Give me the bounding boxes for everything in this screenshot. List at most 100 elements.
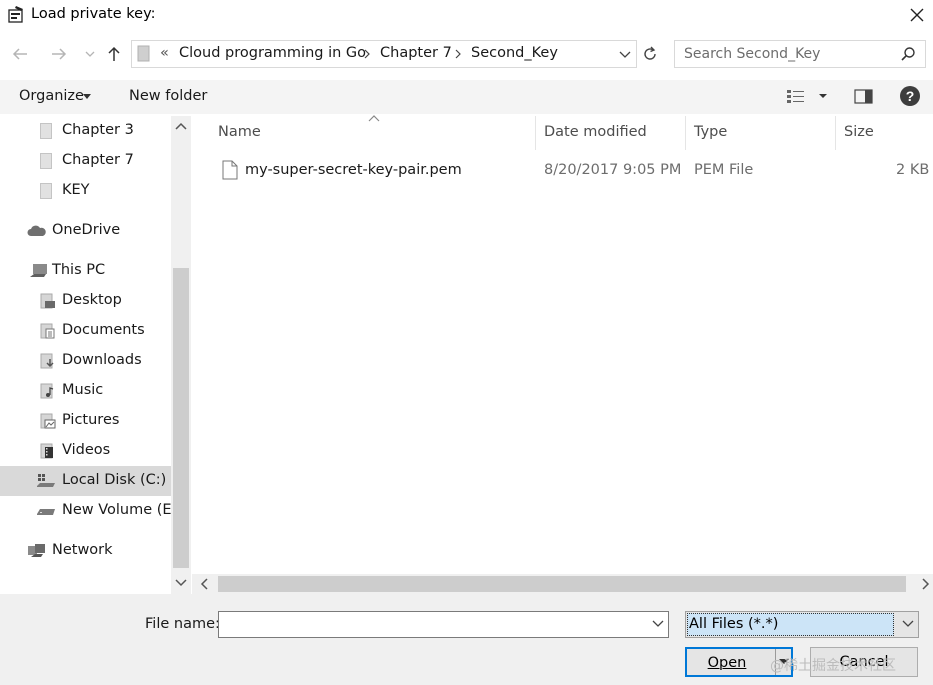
- nav-item-key[interactable]: KEY: [0, 176, 171, 206]
- pictures-icon: [40, 413, 56, 429]
- computer-icon: [30, 263, 48, 279]
- window-title: Load private key:: [31, 6, 156, 22]
- column-header-name[interactable]: Name: [218, 124, 261, 140]
- file-size: 2 KB: [896, 162, 930, 178]
- file-name-dropdown-button[interactable]: [651, 619, 665, 629]
- search-icon: [900, 46, 916, 62]
- drive-icon: [36, 506, 56, 516]
- file-name: my-super-secret-key-pair.pem: [245, 162, 462, 178]
- chevron-right-icon: [922, 578, 930, 590]
- folder-icon: [40, 153, 52, 169]
- watermark: @稀土掘金技术社区: [770, 658, 896, 674]
- navigation-pane: Chapter 3 Chapter 7 KEY OneDrive This PC…: [0, 116, 182, 594]
- nav-label: Local Disk (C:): [62, 472, 167, 488]
- local-disk-icon: [36, 473, 56, 489]
- music-icon: [40, 383, 56, 399]
- file-type: PEM File: [694, 162, 754, 178]
- column-header-date-modified[interactable]: Date modified: [544, 124, 647, 140]
- breadcrumb-overflow[interactable]: «: [160, 45, 169, 61]
- chevron-down-icon: [619, 51, 631, 58]
- nav-scrollbar-thumb[interactable]: [173, 268, 189, 568]
- breadcrumb-cloud-programming[interactable]: Cloud programming in Go: [179, 45, 366, 61]
- nav-item-chapter-3[interactable]: Chapter 3: [0, 116, 171, 146]
- back-arrow-icon: [12, 48, 27, 60]
- nav-item-onedrive[interactable]: OneDrive: [0, 216, 171, 246]
- nav-label: Network: [52, 542, 113, 558]
- recent-locations-button[interactable]: [84, 48, 96, 60]
- chevron-left-icon: [200, 578, 208, 590]
- nav-label: OneDrive: [52, 222, 121, 238]
- nav-item-desktop[interactable]: Desktop: [0, 286, 171, 316]
- documents-icon: [40, 323, 56, 339]
- nav-item-this-pc[interactable]: This PC: [0, 256, 171, 286]
- column-header-type[interactable]: Type: [694, 124, 727, 140]
- nav-label: Downloads: [62, 352, 142, 368]
- breadcrumb-separator-icon[interactable]: [453, 49, 463, 59]
- open-button-label: Open: [707, 655, 747, 671]
- search-placeholder: Search Second_Key: [684, 46, 821, 62]
- organize-menu[interactable]: Organize: [19, 88, 84, 104]
- up-arrow-icon: [108, 46, 120, 61]
- column-divider[interactable]: [835, 116, 836, 150]
- scroll-up-button[interactable]: [175, 121, 187, 131]
- scroll-left-button[interactable]: [200, 578, 210, 590]
- up-button[interactable]: [104, 44, 124, 64]
- cloud-icon: [27, 225, 47, 237]
- chevron-down-icon: [652, 620, 664, 627]
- file-icon: [222, 160, 238, 180]
- nav-label: Desktop: [62, 292, 122, 308]
- downloads-icon: [40, 353, 56, 369]
- svg-text:?: ?: [906, 88, 915, 104]
- new-folder-button[interactable]: New folder: [129, 88, 207, 104]
- address-dropdown-button[interactable]: [618, 49, 632, 61]
- nav-label: New Volume (E:): [62, 502, 183, 518]
- chevron-down-icon: [902, 620, 914, 627]
- file-type-value: All Files (*.*): [689, 616, 779, 632]
- nav-label: Videos: [62, 442, 111, 458]
- preview-pane-button[interactable]: [854, 88, 874, 106]
- file-name-input[interactable]: [218, 611, 669, 638]
- nav-item-chapter-7[interactable]: Chapter 7: [0, 146, 171, 176]
- folder-icon: [40, 123, 52, 139]
- nav-item-downloads[interactable]: Downloads: [0, 346, 171, 376]
- horizontal-scrollbar-thumb[interactable]: [218, 576, 906, 592]
- forward-button[interactable]: [49, 45, 69, 63]
- file-row[interactable]: my-super-secret-key-pair.pem 8/20/2017 9…: [210, 154, 933, 186]
- nav-item-new-volume-e[interactable]: New Volume (E:): [0, 496, 182, 526]
- close-button[interactable]: [905, 5, 929, 27]
- network-icon: [27, 543, 47, 559]
- nav-item-music[interactable]: Music: [0, 376, 171, 406]
- breadcrumb-second-key[interactable]: Second_Key: [471, 45, 558, 61]
- nav-item-pictures[interactable]: Pictures: [0, 406, 171, 436]
- nav-label: Pictures: [62, 412, 120, 428]
- preview-pane-icon: [854, 89, 873, 104]
- column-divider[interactable]: [685, 116, 686, 150]
- column-header-size[interactable]: Size: [844, 124, 874, 140]
- file-date: 8/20/2017 9:05 PM: [544, 162, 682, 178]
- breadcrumb-chapter-7[interactable]: Chapter 7: [380, 45, 452, 61]
- forward-arrow-icon: [52, 48, 67, 60]
- nav-label: This PC: [52, 262, 106, 278]
- breadcrumb-separator-icon[interactable]: [362, 49, 372, 59]
- sort-ascending-icon: [367, 114, 381, 122]
- folder-icon: [40, 183, 52, 199]
- view-options-button[interactable]: [786, 88, 830, 106]
- scroll-right-button[interactable]: [920, 578, 930, 590]
- nav-label: Chapter 3: [62, 122, 134, 138]
- scroll-down-button[interactable]: [175, 578, 187, 588]
- file-type-dropdown-button[interactable]: [901, 619, 915, 629]
- help-button[interactable]: ?: [899, 85, 921, 107]
- nav-item-network[interactable]: Network: [0, 536, 171, 566]
- nav-label: KEY: [62, 182, 90, 198]
- help-icon: ?: [900, 86, 920, 106]
- nav-item-videos[interactable]: Videos: [0, 436, 171, 466]
- nav-item-documents[interactable]: Documents: [0, 316, 171, 346]
- back-button[interactable]: [10, 45, 30, 63]
- app-icon: [6, 5, 26, 25]
- column-divider[interactable]: [535, 116, 536, 150]
- nav-item-local-disk-c[interactable]: Local Disk (C:): [0, 466, 171, 496]
- details-view-icon: [787, 90, 827, 103]
- videos-icon: [40, 443, 56, 459]
- desktop-icon: [40, 293, 56, 309]
- refresh-button[interactable]: [641, 45, 659, 63]
